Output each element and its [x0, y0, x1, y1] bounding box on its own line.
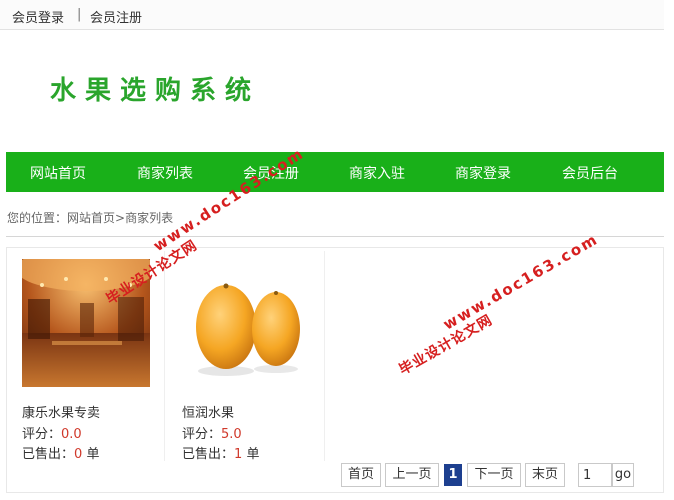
main-nav: 网站首页 商家列表 会员注册 商家入驻 商家登录 会员后台 [6, 152, 664, 192]
sold-unit: 单 [86, 447, 100, 462]
sold-label: 已售出： [22, 447, 75, 462]
last-page-button[interactable]: 末页 [525, 463, 565, 487]
site-title: 水果选购系统 [50, 76, 261, 106]
breadcrumb-home-link[interactable]: 网站首页 [67, 211, 115, 225]
sold-value: 1 [234, 447, 243, 462]
page-number-input[interactable] [578, 463, 612, 487]
product-name[interactable]: 康乐水果专卖 [22, 402, 100, 421]
nav-item-merchant-join[interactable]: 商家入驻 [349, 163, 405, 183]
breadcrumb-arrow: > [115, 211, 126, 225]
rating-value: 0.0 [61, 427, 82, 442]
nav-item-member-backend[interactable]: 会员后台 [562, 163, 618, 183]
nav-item-home[interactable]: 网站首页 [30, 163, 86, 183]
top-bar-separator: | [77, 7, 82, 22]
prev-page-button[interactable]: 上一页 [385, 463, 439, 487]
breadcrumb-label: 您的位置： [7, 211, 68, 225]
product-sold: 已售出：0 单 [22, 443, 99, 462]
member-register-link[interactable]: 会员注册 [90, 7, 142, 26]
nav-item-merchant-login[interactable]: 商家登录 [455, 163, 511, 183]
current-page-indicator[interactable]: 1 [444, 464, 462, 486]
rating-label: 评分： [182, 427, 222, 442]
sold-value: 0 [74, 447, 83, 462]
product-card[interactable]: 恒润水果 评分：5.0 已售出：1 单 [167, 251, 325, 462]
first-page-button[interactable]: 首页 [341, 463, 381, 487]
divider [6, 236, 664, 237]
breadcrumb-current: 商家列表 [125, 211, 174, 225]
member-login-link[interactable]: 会员登录 [12, 7, 64, 26]
nav-item-merchant-list[interactable]: 商家列表 [137, 163, 193, 183]
pagination: 首页 上一页 1 下一页 末页 go [0, 463, 674, 487]
rating-label: 评分： [22, 427, 62, 442]
top-bar: 会员登录 | 会员注册 [0, 0, 664, 30]
product-sold: 已售出：1 单 [182, 443, 259, 462]
next-page-button[interactable]: 下一页 [467, 463, 521, 487]
product-image-oranges[interactable] [182, 259, 310, 387]
sold-label: 已售出： [182, 447, 235, 462]
rating-value: 5.0 [221, 427, 242, 442]
breadcrumb: 您的位置：网站首页>商家列表 [7, 209, 173, 226]
product-rating: 评分：0.0 [22, 423, 82, 442]
sold-unit: 单 [246, 447, 260, 462]
product-rating: 评分：5.0 [182, 423, 242, 442]
product-name[interactable]: 恒润水果 [182, 402, 234, 421]
go-button[interactable]: go [612, 463, 634, 487]
